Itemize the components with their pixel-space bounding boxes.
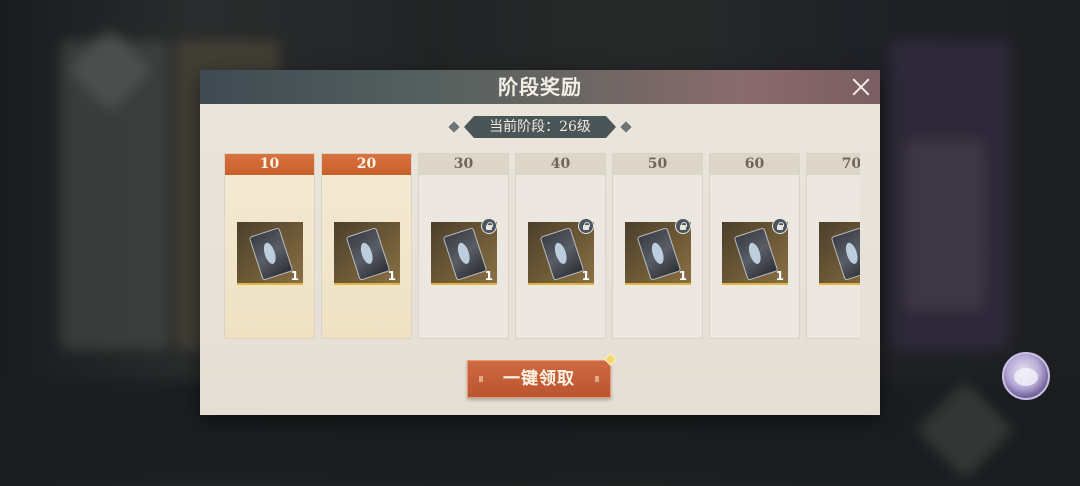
reward-level-label: 40 [516, 154, 605, 175]
reward-level-label: 50 [613, 154, 702, 175]
reward-item[interactable]: 1 [237, 222, 303, 285]
ticket-icon [442, 227, 488, 281]
dialog-header: 阶段奖励 [200, 70, 880, 104]
reward-item[interactable]: 1 [334, 222, 400, 285]
reward-level-label: 30 [419, 154, 508, 175]
current-stage-indicator: 当前阶段：26级 [448, 116, 632, 138]
reward-item[interactable] [819, 222, 860, 285]
lock-icon [578, 218, 594, 234]
reward-card[interactable]: 50 1 [612, 153, 703, 339]
claim-all-button[interactable]: 一键领取 [467, 353, 617, 398]
reward-level-label: 60 [710, 154, 799, 175]
ticket-icon [248, 227, 294, 281]
dialog-title: 阶段奖励 [498, 75, 582, 99]
stage-reward-dialog: 阶段奖励 当前阶段：26级 10 1 20 1 30 1 40 1 50 1 60 1 70 一键领取 [200, 70, 880, 415]
claim-all-label: 一键领取 [503, 369, 575, 389]
ticket-icon [733, 227, 779, 281]
current-stage-label: 当前阶段：26级 [489, 119, 591, 135]
reward-quantity: 1 [484, 269, 493, 283]
reward-card[interactable]: 30 1 [418, 153, 509, 339]
reward-level-label: 10 [225, 154, 314, 175]
reward-card[interactable]: 60 1 [709, 153, 800, 339]
ticket-icon [830, 227, 860, 281]
reward-quantity: 1 [581, 269, 590, 283]
reward-card[interactable]: 70 [806, 153, 860, 339]
reward-card[interactable]: 40 1 [515, 153, 606, 339]
ticket-icon [345, 227, 391, 281]
lock-icon [481, 218, 497, 234]
lock-icon [675, 218, 691, 234]
character-avatar[interactable] [1002, 352, 1050, 400]
ticket-icon [539, 227, 585, 281]
reward-quantity: 1 [678, 269, 687, 283]
lock-icon [772, 218, 788, 234]
close-icon[interactable] [850, 76, 872, 98]
ticket-icon [636, 227, 682, 281]
reward-quantity: 1 [387, 269, 396, 283]
reward-card[interactable]: 20 1 [321, 153, 412, 339]
reward-level-label: 70 [807, 154, 860, 175]
reward-level-label: 20 [322, 154, 411, 175]
reward-quantity: 1 [290, 269, 299, 283]
reward-quantity: 1 [775, 269, 784, 283]
reward-card[interactable]: 10 1 [224, 153, 315, 339]
reward-card-list[interactable]: 10 1 20 1 30 1 40 1 50 1 60 1 70 [224, 153, 860, 339]
